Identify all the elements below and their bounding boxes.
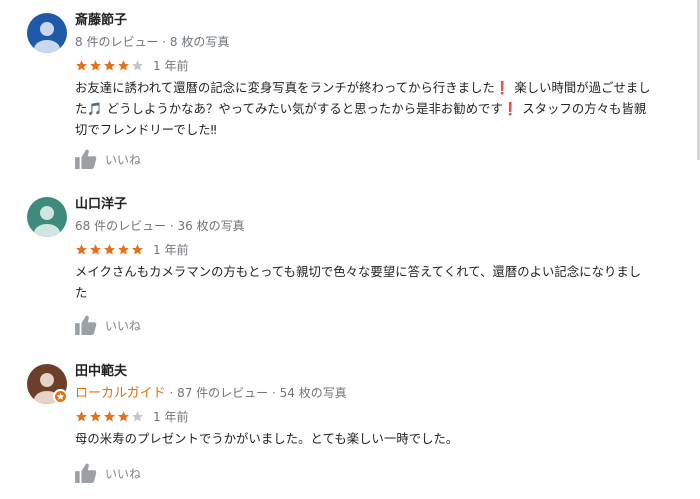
star-rating bbox=[75, 59, 145, 72]
star-filled-icon bbox=[131, 243, 144, 256]
star-filled-icon bbox=[103, 243, 116, 256]
reviewer-meta[interactable]: 68 件のレビュー · 36 枚の写真 bbox=[75, 218, 245, 234]
review-text-line: た bbox=[75, 286, 88, 300]
star-filled-icon bbox=[117, 243, 130, 256]
review-card: 山口洋子 68 件のレビュー · 36 枚の写真 1 年前 メイクさんもカメラマ… bbox=[27, 197, 695, 337]
star-filled-icon bbox=[89, 410, 102, 423]
star-rating bbox=[75, 243, 145, 256]
review-text-line: お友達に誘われて還暦の記念に変身写真をランチが終わってから行きました❗ 楽しい時… bbox=[75, 81, 651, 95]
like-label: いいね bbox=[105, 466, 142, 481]
thumbs-up-icon bbox=[75, 149, 97, 169]
rating-line: 1 年前 bbox=[75, 57, 188, 73]
review-card: 田中範夫 ローカルガイド · 87 件のレビュー · 54 枚の写真 1 年前 … bbox=[27, 364, 695, 496]
local-guide-badge-icon bbox=[53, 389, 68, 404]
star-filled-icon bbox=[117, 410, 130, 423]
review-text: お友達に誘われて還暦の記念に変身写真をランチが終わってから行きました❗ 楽しい時… bbox=[75, 78, 695, 141]
review-date: 1 年前 bbox=[153, 242, 189, 257]
reviewer-stats: · 87 件のレビュー · 54 枚の写真 bbox=[169, 386, 347, 400]
star-filled-icon bbox=[89, 243, 102, 256]
review-date: 1 年前 bbox=[153, 58, 189, 73]
reviewer-name[interactable]: 山口洋子 bbox=[75, 197, 127, 213]
star-filled-icon bbox=[117, 59, 130, 72]
star-filled-icon bbox=[103, 410, 116, 423]
reviewer-meta[interactable]: 8 件のレビュー · 8 枚の写真 bbox=[75, 34, 229, 50]
review-text-line: 切でフレンドリーでした‼ bbox=[75, 123, 217, 137]
star-rating bbox=[75, 410, 145, 423]
like-button[interactable]: いいね bbox=[75, 463, 141, 483]
rating-line: 1 年前 bbox=[75, 241, 188, 257]
review-text-line: 母の米寿のプレゼントでうかがいました。とても楽しい一時でした。 bbox=[75, 432, 459, 446]
reviewer-name[interactable]: 斎藤節子 bbox=[75, 13, 127, 29]
review-text: メイクさんもカメラマンの方もとっても親切で色々な要望に答えてくれて、還暦のよい記… bbox=[75, 262, 695, 304]
star-filled-icon bbox=[103, 59, 116, 72]
review-card: 斎藤節子 8 件のレビュー · 8 枚の写真 1 年前 お友達に誘われて還暦の記… bbox=[27, 13, 695, 173]
review-text: 母の米寿のプレゼントでうかがいました。とても楽しい一時でした。 bbox=[75, 429, 695, 450]
avatar[interactable] bbox=[27, 13, 67, 53]
thumbs-up-icon bbox=[75, 315, 97, 335]
local-guide-label: ローカルガイド bbox=[75, 386, 166, 401]
avatar[interactable] bbox=[27, 197, 67, 237]
review-text-line: メイクさんもカメラマンの方もとっても親切で色々な要望に答えてくれて、還暦のよい記… bbox=[75, 265, 642, 279]
rating-line: 1 年前 bbox=[75, 408, 188, 424]
like-button[interactable]: いいね bbox=[75, 149, 141, 169]
star-empty-icon bbox=[131, 59, 144, 72]
like-label: いいね bbox=[105, 152, 142, 167]
review-text-line: た🎵 どうしようかなあ？やってみたい気がすると思ったから是非お勧めです❗ スタッ… bbox=[75, 102, 647, 116]
star-empty-icon bbox=[131, 410, 144, 423]
star-filled-icon bbox=[75, 243, 88, 256]
star-filled-icon bbox=[75, 59, 88, 72]
reviewer-name[interactable]: 田中範夫 bbox=[75, 364, 127, 380]
thumbs-up-icon bbox=[75, 463, 97, 483]
like-button[interactable]: いいね bbox=[75, 315, 141, 335]
reviewer-meta[interactable]: ローカルガイド · 87 件のレビュー · 54 枚の写真 bbox=[75, 385, 347, 402]
like-label: いいね bbox=[105, 318, 142, 333]
star-filled-icon bbox=[75, 410, 88, 423]
star-filled-icon bbox=[89, 59, 102, 72]
review-date: 1 年前 bbox=[153, 409, 189, 424]
